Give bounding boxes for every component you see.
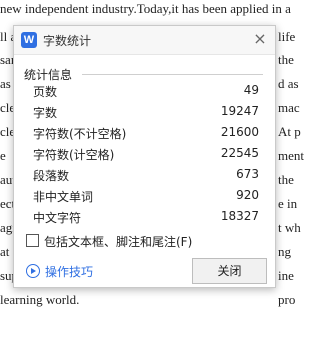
stat-value: 920 — [236, 188, 259, 202]
document-line: e — [0, 148, 6, 163]
document-fragment: life — [278, 29, 296, 44]
stat-row-chars-with-spaces: 字符数(计空格) 22545 — [33, 144, 259, 164]
tips-label[interactable]: 操作技巧 — [45, 263, 93, 280]
stat-row-paragraphs: 段落数 673 — [33, 165, 259, 185]
document-fragment: pro — [278, 292, 296, 307]
section-divider — [82, 74, 263, 75]
stat-row-non-chinese-words: 非中文单词 920 — [33, 186, 259, 206]
document-fragment: ng — [278, 244, 291, 259]
document-fragment: ine — [278, 268, 294, 283]
stat-value: 673 — [236, 167, 259, 181]
stat-label: 非中文单词 — [33, 190, 94, 204]
document-fragment: mac — [278, 100, 300, 115]
document-line: learning world. — [0, 292, 80, 307]
stat-label: 字符数(计空格) — [33, 148, 115, 162]
include-textbox-footnotes-label[interactable]: 包括文本框、脚注和尾注(F) — [44, 233, 192, 250]
document-line: new independent industry.Today,it has be… — [0, 1, 291, 16]
stat-label: 字数 — [33, 106, 58, 120]
stat-value: 22545 — [220, 146, 259, 160]
document-fragment: the — [278, 52, 294, 67]
dialog-title: 字数统计 — [43, 34, 92, 48]
stat-value: 49 — [243, 83, 259, 97]
document-fragment: e in — [278, 196, 298, 211]
stat-row-chars-no-spaces: 字符数(不计空格) 21600 — [33, 123, 259, 143]
close-button[interactable]: 关闭 — [192, 258, 267, 284]
stat-row-pages: 页数 49 — [33, 81, 259, 101]
stat-value: 18327 — [220, 209, 259, 223]
close-icon[interactable]: × — [251, 30, 269, 48]
wps-writer-logo-icon: W — [21, 32, 37, 48]
document-fragment: the — [278, 172, 294, 187]
document-fragment: t wh — [278, 220, 301, 235]
dialog-titlebar[interactable]: W 字数统计 × — [14, 26, 275, 55]
document-fragment: d as — [278, 76, 299, 91]
include-textbox-footnotes-checkbox[interactable] — [26, 234, 39, 247]
word-count-dialog: W 字数统计 × 统计信息 页数 49 字数 19247 字符数(不计空格) 2… — [13, 25, 276, 288]
document-fragment: ment — [278, 148, 304, 163]
play-circle-icon — [26, 264, 40, 278]
stat-label: 段落数 — [33, 169, 70, 183]
stat-value: 19247 — [220, 104, 259, 118]
document-line: at — [0, 244, 10, 259]
document-fragment: At p — [278, 124, 301, 139]
stat-label: 字符数(不计空格) — [33, 127, 127, 141]
stat-row-chinese-chars: 中文字符 18327 — [33, 207, 259, 227]
stat-value: 21600 — [220, 125, 259, 139]
stat-label: 中文字符 — [33, 211, 82, 225]
stat-label: 页数 — [33, 85, 58, 99]
stat-row-words: 字数 19247 — [33, 102, 259, 122]
